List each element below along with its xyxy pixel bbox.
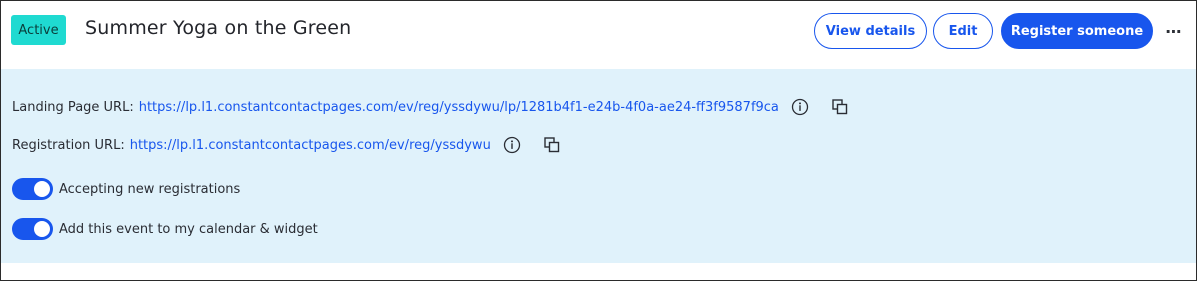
view-details-button[interactable]: View details <box>814 13 927 49</box>
accepting-registrations-toggle[interactable] <box>12 178 53 200</box>
event-card: Active Summer Yoga on the Green View det… <box>0 0 1197 281</box>
landing-page-url-row: Landing Page URL: https://lp.l1.constant… <box>12 96 849 118</box>
calendar-widget-toggle[interactable] <box>12 218 53 240</box>
toggle-knob <box>34 181 50 197</box>
status-badge: Active <box>11 15 66 45</box>
event-header: Active Summer Yoga on the Green View det… <box>1 1 1196 68</box>
copy-icon[interactable] <box>831 98 849 116</box>
accepting-registrations-row: Accepting new registrations <box>12 178 240 200</box>
landing-page-url-label: Landing Page URL: <box>12 99 134 115</box>
register-someone-button[interactable]: Register someone <box>1001 13 1153 49</box>
info-icon[interactable] <box>791 98 809 116</box>
info-icon[interactable] <box>503 136 521 154</box>
event-links-panel: Landing Page URL: https://lp.l1.constant… <box>1 69 1196 263</box>
event-title: Summer Yoga on the Green <box>85 17 352 39</box>
edit-button[interactable]: Edit <box>933 13 993 49</box>
copy-icon[interactable] <box>543 136 561 154</box>
toggle-knob <box>34 221 50 237</box>
accepting-registrations-label: Accepting new registrations <box>59 181 241 197</box>
calendar-widget-row: Add this event to my calendar & widget <box>12 218 318 240</box>
registration-url-label: Registration URL: <box>12 137 125 153</box>
more-options-icon[interactable]: ⋯ <box>1162 22 1186 41</box>
calendar-widget-label: Add this event to my calendar & widget <box>59 221 318 237</box>
registration-url-link[interactable]: https://lp.l1.constantcontactpages.com/e… <box>130 138 491 153</box>
registration-url-row: Registration URL: https://lp.l1.constant… <box>12 134 561 156</box>
landing-page-url-link[interactable]: https://lp.l1.constantcontactpages.com/e… <box>139 100 779 115</box>
